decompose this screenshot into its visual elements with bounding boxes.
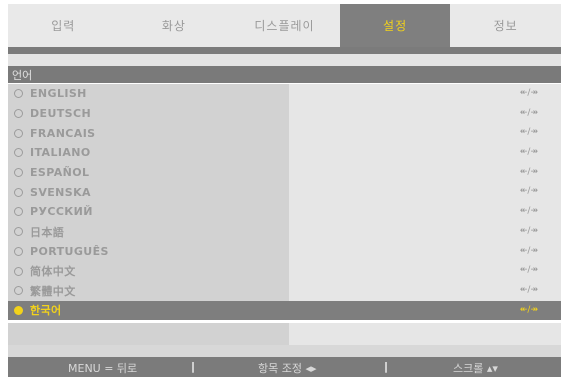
language-option-left: DEUTSCH (8, 103, 289, 124)
radio-empty-icon[interactable] (14, 109, 23, 119)
language-option[interactable]: ITALIANO ↞/↠ (8, 143, 561, 163)
tab-image[interactable]: 화상 (119, 4, 230, 47)
language-option-left: РУССКИЙ (8, 202, 289, 222)
language-option-right: ↞/↠ (289, 280, 561, 301)
empty-row-left (8, 323, 289, 345)
footer-adjust-hint: 항목 조정 ◂▸ (258, 362, 317, 375)
language-option-right: ↞/↠ (289, 221, 561, 242)
radio-empty-icon[interactable] (14, 227, 23, 237)
enter-arrows-icon: ↞/↠ (519, 186, 538, 197)
enter-arrows-icon: ↞/↠ (519, 265, 538, 276)
language-option-right: ↞/↠ (289, 123, 561, 144)
menu-tab-bar: 입력 화상 디스플레이 설정 정보 (8, 4, 561, 47)
language-option[interactable]: ESPAÑOL ↞/↠ (8, 162, 561, 183)
language-option-right: ↞/↠ (289, 202, 561, 222)
language-option-right: ↞/↠ (289, 300, 561, 321)
language-option[interactable]: 繁體中文 ↞/↠ (8, 280, 561, 301)
language-option-left: SVENSKA (8, 182, 289, 203)
language-option-right: ↞/↠ (289, 241, 561, 262)
section-title: 언어 (12, 69, 33, 82)
language-label: 繁體中文 (30, 284, 76, 298)
language-label: ESPAÑOL (30, 166, 90, 180)
radio-empty-icon[interactable] (14, 148, 23, 158)
language-option[interactable]: SVENSKA ↞/↠ (8, 182, 561, 203)
language-option[interactable]: PORTUGUÊS ↞/↠ (8, 241, 561, 262)
radio-empty-icon[interactable] (14, 187, 23, 197)
language-label: 简体中文 (30, 265, 76, 279)
language-option[interactable]: DEUTSCH ↞/↠ (8, 103, 561, 124)
language-label: ITALIANO (30, 146, 91, 160)
enter-arrows-icon: ↞/↠ (519, 225, 538, 236)
language-option-left: 日本語 (8, 221, 289, 242)
enter-arrows-icon: ↞/↠ (519, 147, 538, 158)
language-section-header: 언어 (8, 66, 561, 83)
tab-input[interactable]: 입력 (8, 4, 119, 47)
enter-arrows-icon: ↞/↠ (519, 206, 538, 217)
language-option-left: ITALIANO (8, 143, 289, 163)
tab-display[interactable]: 디스플레이 (229, 4, 340, 47)
language-option-left: FRANCAIS (8, 123, 289, 144)
language-label: DEUTSCH (30, 107, 92, 121)
enter-arrows-icon: ↞/↠ (519, 127, 538, 138)
enter-arrows-icon: ↞/↠ (519, 304, 538, 315)
language-option-right: ↞/↠ (289, 103, 561, 124)
tab-underline-bar (8, 47, 561, 54)
tab-info[interactable]: 정보 (450, 4, 561, 47)
radio-empty-icon[interactable] (14, 286, 23, 296)
language-label: 한국어 (30, 304, 62, 318)
language-option[interactable]: ENGLISH ↞/↠ (8, 84, 561, 104)
language-option-right: ↞/↠ (289, 162, 561, 183)
enter-arrows-icon: ↞/↠ (519, 284, 538, 295)
spacer-band (8, 54, 561, 66)
language-label: SVENSKA (30, 185, 91, 199)
language-option-right: ↞/↠ (289, 182, 561, 203)
language-option-left: PORTUGUÊS (8, 241, 289, 262)
language-label: PORTUGUÊS (30, 244, 109, 258)
radio-empty-icon[interactable] (14, 246, 23, 256)
language-option-left: 简体中文 (8, 261, 289, 281)
settings-menu-screen: 입력 화상 디스플레이 설정 정보 언어 ENGLISH ↞/↠ DEUTSCH ↞/… (0, 0, 566, 377)
footer-menu-hint: MENU = 뒤로 (68, 362, 138, 375)
language-option[interactable]: РУССКИЙ ↞/↠ (8, 202, 561, 222)
language-option[interactable]: 日本語 ↞/↠ (8, 221, 561, 242)
tab-settings[interactable]: 설정 (339, 4, 451, 47)
language-option-right: ↞/↠ (289, 261, 561, 281)
language-option[interactable]: FRANCAIS ↞/↠ (8, 123, 561, 144)
radio-empty-icon[interactable] (14, 168, 23, 178)
radio-empty-icon[interactable] (14, 207, 23, 217)
empty-row-right (289, 323, 561, 345)
language-label: ENGLISH (30, 87, 87, 101)
enter-arrows-icon: ↞/↠ (519, 107, 538, 118)
footer-separator: | (191, 360, 196, 373)
enter-arrows-icon: ↞/↠ (519, 166, 538, 177)
language-option-left: 繁體中文 (8, 280, 289, 301)
language-label: 日本語 (30, 225, 65, 239)
enter-arrows-icon: ↞/↠ (519, 88, 538, 98)
language-option[interactable]: 한국어 ↞/↠ (8, 300, 561, 321)
language-option-right: ↞/↠ (289, 143, 561, 163)
radio-empty-icon[interactable] (14, 128, 23, 138)
footer-scroll-hint: 스크롤 ▴▾ (453, 362, 498, 375)
language-list: ENGLISH ↞/↠ DEUTSCH ↞/↠ FRANCAIS ↞/↠ ITALIANO ↞… (8, 84, 561, 321)
language-label: FRANCAIS (30, 126, 96, 140)
language-option-left: 한국어 (8, 300, 289, 321)
radio-selected-icon[interactable] (14, 305, 23, 315)
language-option[interactable]: 简体中文 ↞/↠ (8, 261, 561, 281)
radio-empty-icon[interactable] (14, 89, 23, 99)
language-option-left: ENGLISH (8, 84, 289, 104)
language-option-left: ESPAÑOL (8, 162, 289, 183)
empty-band (8, 345, 561, 357)
footer-separator: | (384, 360, 389, 373)
language-option-right: ↞/↠ (289, 84, 561, 104)
help-footer: MENU = 뒤로 | 항목 조정 ◂▸ | 스크롤 ▴▾ (8, 357, 561, 377)
enter-arrows-icon: ↞/↠ (519, 245, 538, 256)
radio-empty-icon[interactable] (14, 266, 23, 276)
language-label: РУССКИЙ (30, 205, 93, 219)
